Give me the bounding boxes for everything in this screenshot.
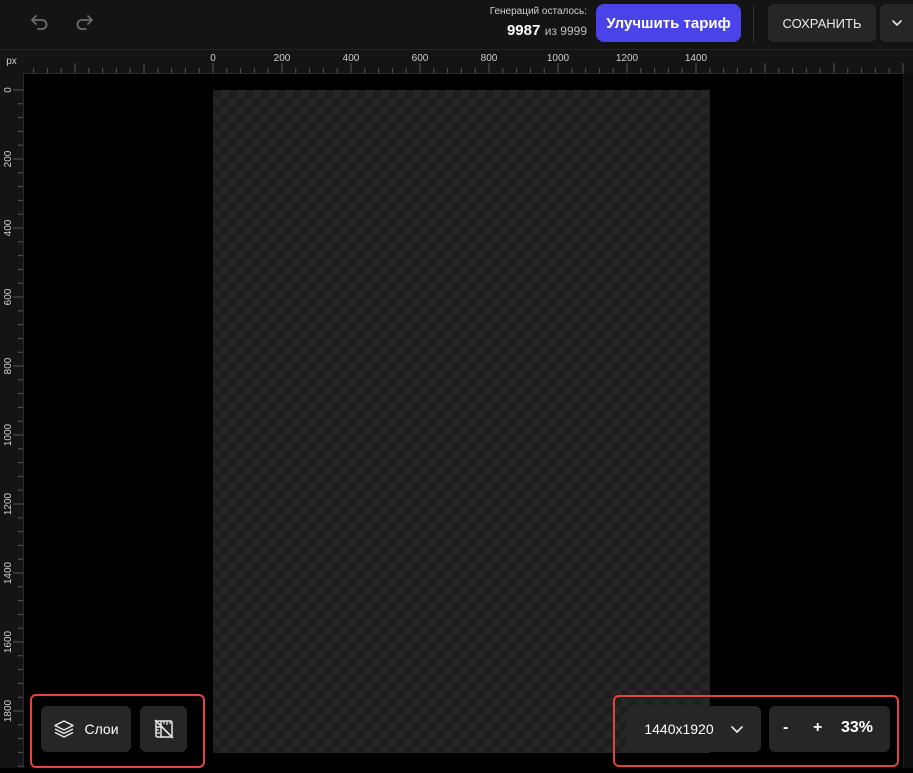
- undo-button[interactable]: [25, 10, 53, 34]
- toolbar-divider: [753, 5, 754, 43]
- ruler-label-left: 400: [3, 219, 14, 236]
- generations-total: из 9999: [544, 24, 587, 38]
- ruler-label-top: 0: [210, 53, 216, 64]
- ruler-label-left: 800: [3, 357, 14, 374]
- layers-button[interactable]: Слои: [41, 706, 131, 752]
- redo-button[interactable]: [71, 10, 99, 34]
- chevron-down-icon: [730, 725, 743, 733]
- vertical-ruler: 0 200 400 600 800 1000 1200 1400 1600 1800: [0, 73, 24, 768]
- ruler-label-left: 0: [3, 87, 14, 93]
- horizontal-ruler: 0 200 400 600 800 1000 1200 1400: [23, 50, 913, 74]
- ruler-label-left: 1400: [3, 561, 14, 584]
- ruler-label-left: 1200: [3, 492, 14, 515]
- save-options-button[interactable]: [880, 4, 913, 42]
- toggle-rulers-button[interactable]: [140, 706, 187, 752]
- ruler-label-top: 800: [481, 53, 498, 64]
- ruler-label-left: 1000: [3, 423, 14, 446]
- canvas-size-value: 1440x1920: [644, 721, 714, 737]
- ruler-unit: px: [0, 50, 23, 74]
- ruler-off-icon: [153, 719, 174, 739]
- generations-label: Генераций осталось:: [489, 6, 587, 17]
- side-panel-edge: [903, 73, 913, 768]
- zoom-controls: - + 33%: [769, 706, 890, 752]
- ruler-label-left: 200: [3, 150, 14, 167]
- redo-icon: [76, 15, 93, 30]
- zoom-in-button[interactable]: +: [813, 719, 822, 737]
- ruler-label-top: 1000: [547, 53, 570, 64]
- ruler-label-left: 600: [3, 288, 14, 305]
- ruler-label-left: 1800: [3, 699, 14, 722]
- chevron-down-icon: [891, 20, 902, 27]
- generations-counter: 9987 из 9999: [460, 22, 587, 40]
- ruler-label-top: 600: [412, 53, 429, 64]
- top-toolbar: Генераций осталось: 9987 из 9999 Улучшит…: [0, 0, 913, 50]
- layers-label: Слои: [84, 721, 119, 737]
- ruler-label-top: 1400: [685, 53, 708, 64]
- generations-used: 9987: [506, 22, 541, 39]
- ruler-label-top: 1200: [616, 53, 639, 64]
- ruler-label-top: 200: [274, 53, 291, 64]
- layers-icon: [54, 720, 75, 738]
- canvas-artboard[interactable]: [213, 90, 710, 753]
- ruler-label-left: 1600: [3, 630, 14, 653]
- canvas-size-select[interactable]: 1440x1920: [627, 706, 761, 752]
- upgrade-plan-button[interactable]: Улучшить тариф: [596, 4, 741, 42]
- zoom-level: 33%: [841, 719, 874, 736]
- zoom-out-button[interactable]: -: [783, 719, 788, 737]
- undo-icon: [31, 15, 48, 30]
- ruler-label-top: 400: [343, 53, 360, 64]
- save-button[interactable]: СОХРАНИТЬ: [768, 4, 876, 42]
